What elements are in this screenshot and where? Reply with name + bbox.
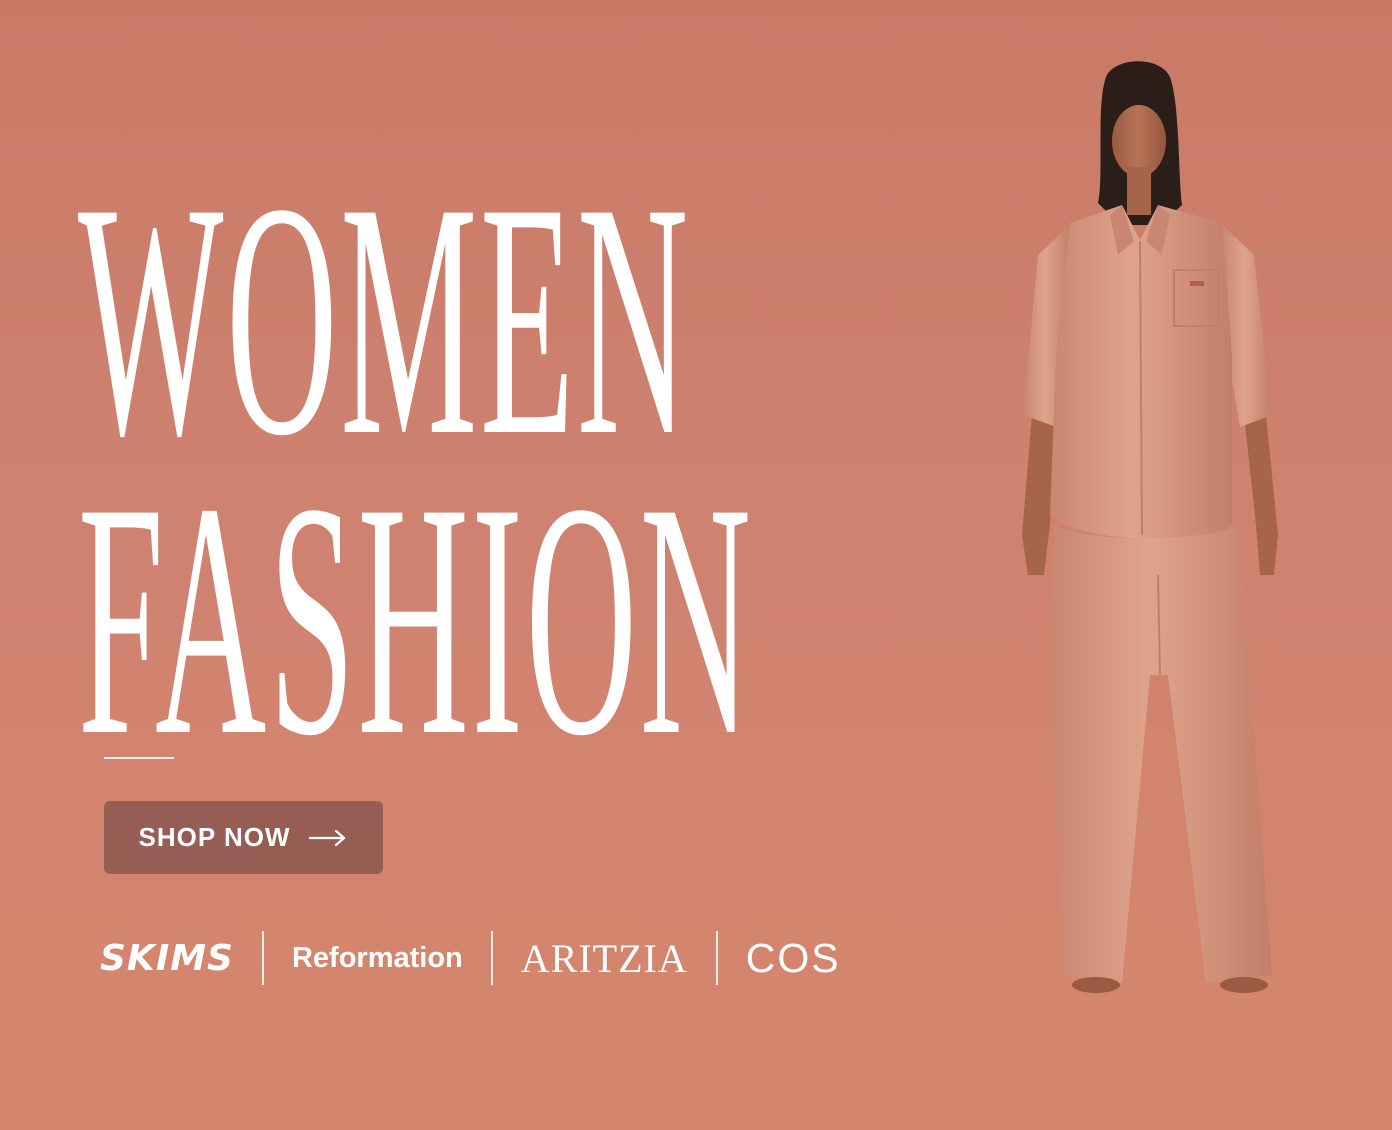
arrow-right-icon — [309, 829, 346, 846]
shop-now-button[interactable]: SHOP NOW — [104, 801, 383, 874]
divider — [104, 757, 174, 759]
model-image — [1022, 61, 1278, 993]
hero-title: WOMEN FASHION — [78, 134, 858, 805]
hero-title-line-2: FASHION — [78, 434, 754, 805]
brand-logos: SKIMS Reformation ARITZIA COS — [100, 926, 869, 990]
brand-logo-aritzia[interactable]: ARITZIA — [493, 935, 716, 982]
shop-now-label: SHOP NOW — [138, 822, 291, 852]
brand-logo-skims[interactable]: SKIMS — [100, 938, 262, 979]
brand-logo-reformation[interactable]: Reformation — [264, 942, 491, 975]
hero-title-line-1: WOMEN — [78, 134, 691, 505]
brand-logo-cos[interactable]: COS — [718, 935, 869, 982]
